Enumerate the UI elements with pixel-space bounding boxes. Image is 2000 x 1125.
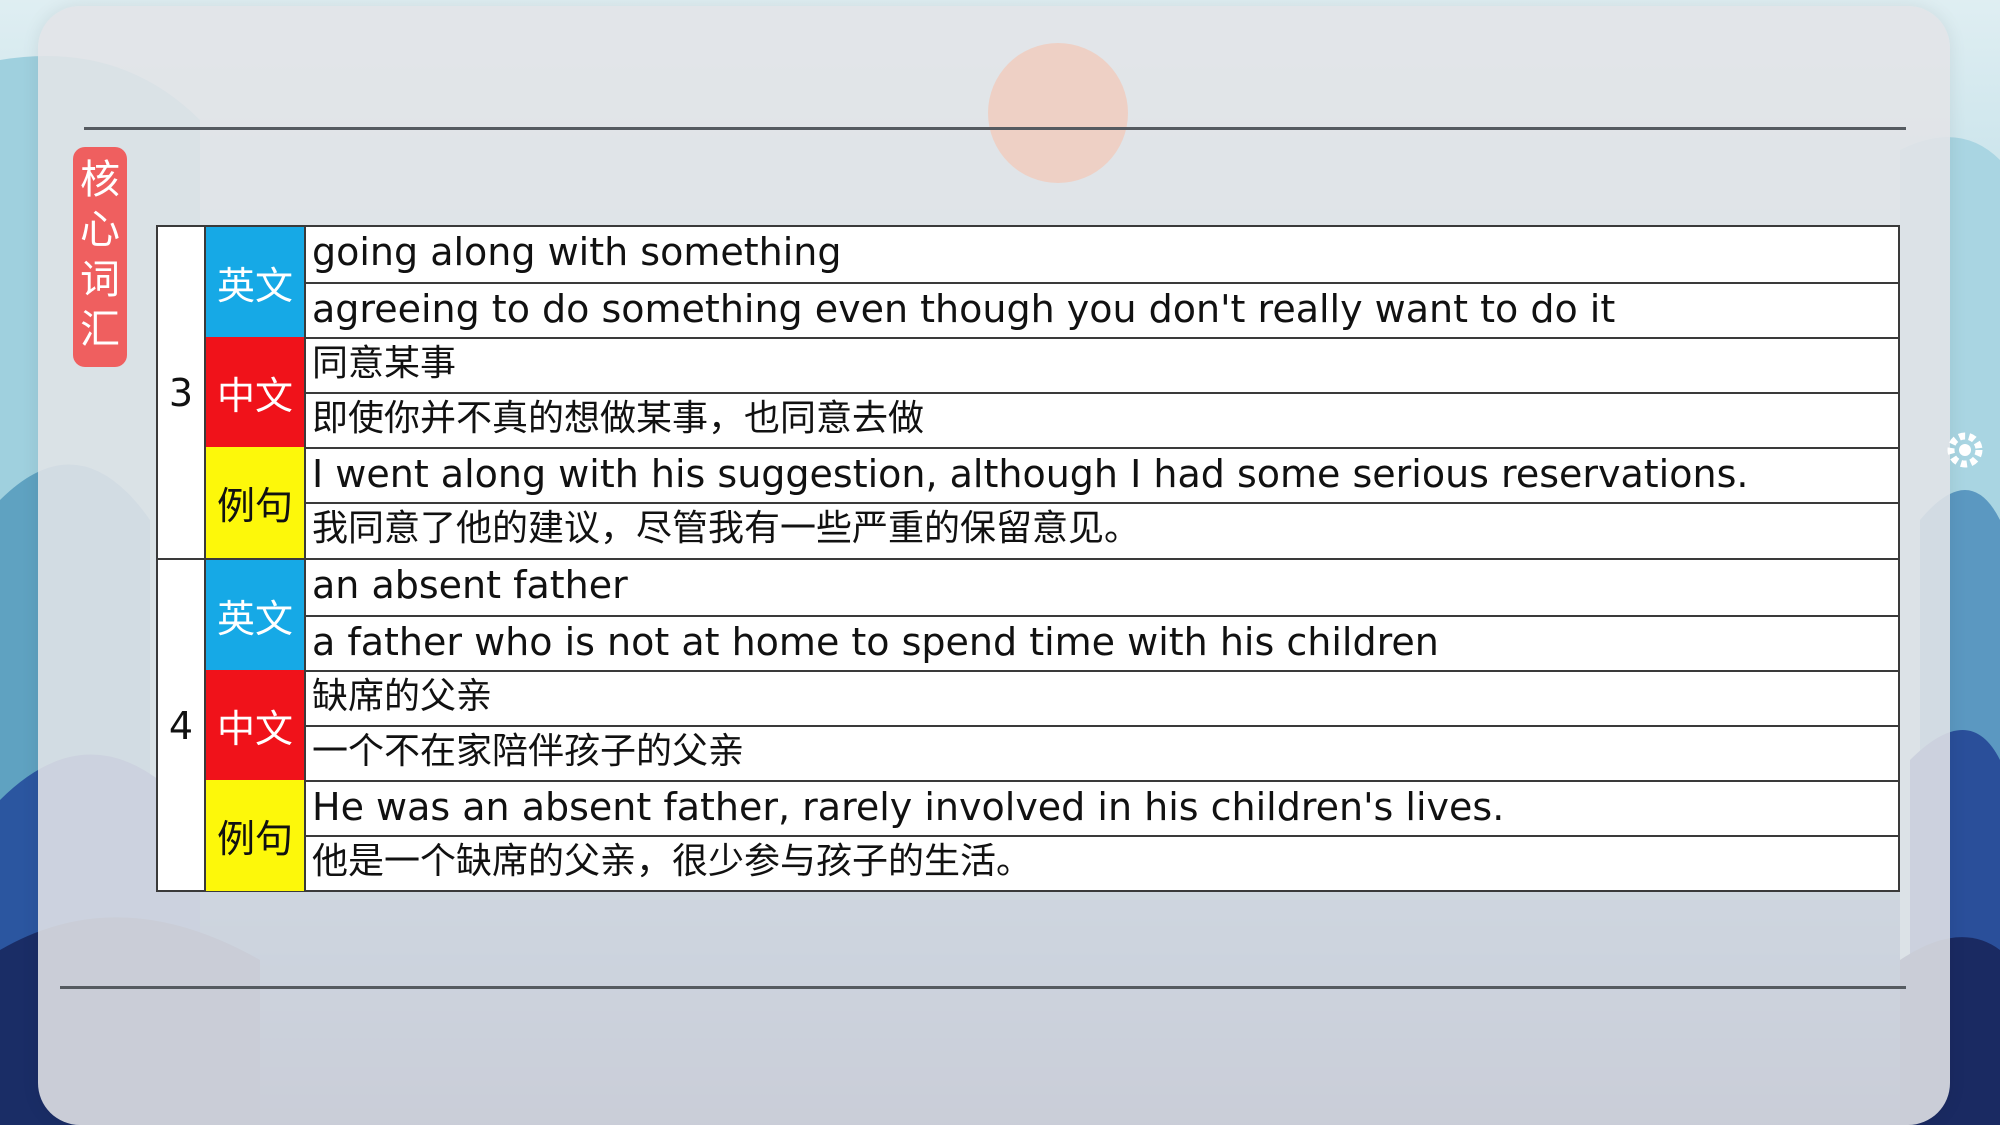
example-label: 例句	[206, 447, 306, 558]
chinese-definition: 即使你并不真的想做某事，也同意去做	[306, 392, 1898, 447]
tag-char: 核	[80, 157, 120, 203]
vocab-entry: 3 英文 中文 例句 going along with something ag…	[158, 227, 1898, 558]
english-term: going along with something	[312, 230, 842, 274]
english-definition: agreeing to do something even though you…	[306, 282, 1898, 337]
top-divider	[84, 127, 1906, 130]
english-definition: a father who is not at home to spend tim…	[306, 615, 1898, 670]
example-sentence-english: He was an absent father, rarely involved…	[306, 780, 1898, 835]
example-sentence-chinese: 他是一个缺席的父亲，很少参与孩子的生活。	[306, 835, 1898, 891]
example-sentence-english: I went along with his suggestion, althou…	[306, 447, 1898, 502]
entry-number: 3	[158, 227, 206, 558]
tag-char: 心	[80, 207, 120, 253]
sun-decoration	[988, 43, 1128, 183]
gear-icon	[1947, 432, 1983, 468]
vocabulary-table: 3 英文 中文 例句 going along with something ag…	[156, 225, 1900, 892]
english-term: an absent father	[312, 563, 628, 607]
core-vocabulary-tag: 核 心 词 汇	[73, 147, 127, 367]
chinese-label: 中文	[206, 337, 306, 447]
tag-char: 汇	[80, 307, 120, 353]
chinese-definition: 一个不在家陪伴孩子的父亲	[306, 725, 1898, 780]
entry-number: 4	[158, 560, 206, 891]
tag-char: 词	[80, 257, 120, 303]
english-label: 英文	[206, 227, 306, 337]
vocab-entry: 4 英文 中文 例句 an absent father a father who…	[158, 558, 1898, 891]
bottom-divider	[60, 986, 1906, 989]
english-label: 英文	[206, 560, 306, 670]
chinese-term: 同意某事	[306, 337, 1898, 392]
slide: 核 心 词 汇 3 英文 中文 例句 going along with some…	[0, 0, 2000, 1125]
chinese-label: 中文	[206, 670, 306, 780]
example-label: 例句	[206, 780, 306, 891]
example-sentence-chinese: 我同意了他的建议，尽管我有一些严重的保留意见。	[306, 502, 1898, 558]
chinese-term: 缺席的父亲	[306, 670, 1898, 725]
